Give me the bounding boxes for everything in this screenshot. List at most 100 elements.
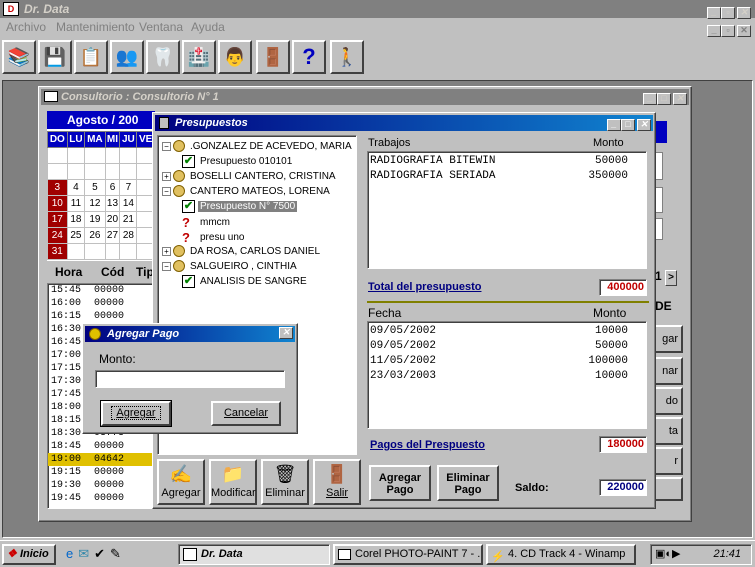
- calendar-day[interactable]: 6: [104, 179, 121, 196]
- calendar-day[interactable]: 5: [84, 179, 106, 196]
- calendar-day[interactable]: 17: [47, 211, 68, 228]
- doctors-icon-button[interactable]: 👨: [218, 40, 252, 74]
- expand-toggle[interactable]: −: [162, 186, 171, 196]
- calendar-day[interactable]: [47, 147, 68, 164]
- trabajo-row[interactable]: RADIOGRAFIA SERIADA 350000: [370, 169, 644, 184]
- consultorio-maximize[interactable]: □: [657, 93, 671, 105]
- eliminar-pago-button[interactable]: Eliminar Pago: [437, 465, 499, 501]
- tree-node[interactable]: − SALGUEIRO , CINTHIA: [162, 260, 299, 275]
- tree-node[interactable]: ✔ Presupuesto N° 7500: [182, 200, 298, 215]
- calendar-day[interactable]: 4: [66, 179, 86, 196]
- calendar-day[interactable]: [104, 163, 121, 180]
- calendar-day[interactable]: [66, 243, 86, 260]
- presupuestos-close[interactable]: ✕: [637, 119, 651, 131]
- calendar-day[interactable]: 28: [119, 227, 138, 244]
- calendar-day[interactable]: 13: [104, 195, 121, 212]
- expand-toggle[interactable]: −: [162, 261, 171, 271]
- documents-icon-button[interactable]: 📋: [74, 40, 108, 74]
- pago-row[interactable]: 23/03/2003 10000: [370, 369, 644, 384]
- calendar-day[interactable]: [104, 243, 121, 260]
- calendar-month[interactable]: Agosto: [67, 113, 108, 127]
- schedule-row[interactable]: 19:45 00000: [48, 492, 154, 505]
- dialog-close-button[interactable]: ✕: [279, 327, 293, 339]
- task-dr-data[interactable]: Dr. Data: [178, 544, 330, 565]
- channels-icon[interactable]: ✎: [110, 546, 126, 561]
- schedule-row[interactable]: 16:15 00000: [48, 310, 154, 323]
- calendar-day[interactable]: 20: [104, 211, 121, 228]
- calendar-day[interactable]: 11: [66, 195, 86, 212]
- calendar-day[interactable]: 14: [119, 195, 138, 212]
- mdi-close-button[interactable]: ✕: [737, 25, 751, 37]
- calendar-day[interactable]: [84, 147, 106, 164]
- outlook-icon[interactable]: ✉: [78, 546, 94, 561]
- calendar-day[interactable]: [84, 243, 106, 260]
- fragment-button-6[interactable]: [653, 477, 683, 501]
- tree-node[interactable]: + DA ROSA, CARLOS DANIEL: [162, 245, 322, 260]
- clinic-icon-button[interactable]: 🏥: [182, 40, 216, 74]
- calendar-year[interactable]: 200: [118, 113, 138, 127]
- expand-toggle[interactable]: −: [162, 141, 171, 151]
- menu-mantenimiento[interactable]: Mantenimiento: [56, 18, 135, 36]
- agregar-pago-button[interactable]: Agregar Pago: [369, 465, 431, 501]
- ie-icon[interactable]: e: [66, 546, 78, 561]
- calendar-day[interactable]: 12: [84, 195, 106, 212]
- books-icon-button[interactable]: 📚: [2, 40, 36, 74]
- tree-node[interactable]: + BOSELLI CANTERO, CRISTINA: [162, 170, 338, 185]
- calendar-day[interactable]: 25: [66, 227, 86, 244]
- calendar-day[interactable]: 27: [104, 227, 121, 244]
- tooth-icon-button[interactable]: 🦷: [146, 40, 180, 74]
- tree-node[interactable]: − CANTERO MATEOS, LORENA: [162, 185, 332, 200]
- diskette-icon-button[interactable]: 💾: [38, 40, 72, 74]
- patients-icon-button[interactable]: 👥: [110, 40, 144, 74]
- task-winamp[interactable]: ⚡ 4. CD Track 4 - Winamp: [486, 544, 636, 565]
- schedule-row[interactable]: 19:00 04642: [48, 453, 154, 466]
- schedule-row[interactable]: 19:30 00000: [48, 479, 154, 492]
- calendar-day[interactable]: [66, 147, 86, 164]
- modificar-button[interactable]: 📁 Modificar: [209, 459, 257, 505]
- calendar-day[interactable]: 19: [84, 211, 106, 228]
- fragment-button-1[interactable]: gar: [653, 325, 683, 353]
- fragment-button-2[interactable]: nar: [653, 357, 683, 385]
- desktop-icon[interactable]: ✔: [94, 546, 110, 561]
- tray-icons[interactable]: ▣◐▶: [655, 545, 681, 564]
- dialog-agregar-button[interactable]: Agregar: [100, 400, 172, 427]
- calendar-day[interactable]: 10: [47, 195, 68, 212]
- start-button[interactable]: ❖ Inicio: [2, 544, 56, 565]
- pago-row[interactable]: 09/05/2002 50000: [370, 339, 644, 354]
- fragment-button-4[interactable]: ta: [653, 417, 683, 445]
- schedule-row[interactable]: 18:45 00000: [48, 440, 154, 453]
- presupuestos-minimize[interactable]: _: [607, 119, 621, 131]
- pago-row[interactable]: 11/05/2002 100000: [370, 354, 644, 369]
- mdi-restore-button[interactable]: ▫: [721, 25, 735, 37]
- calendar-day[interactable]: [66, 163, 86, 180]
- exit-icon-button[interactable]: 🚶: [330, 40, 364, 74]
- tree-node[interactable]: − .GONZALEZ DE ACEVEDO, MARIA: [162, 140, 354, 155]
- calendar-day[interactable]: [84, 163, 106, 180]
- monto-input[interactable]: [95, 370, 285, 388]
- pagos-list[interactable]: 09/05/2002 10000 09/05/2002 50000 11/05/…: [367, 321, 647, 429]
- fragment-button-5[interactable]: r: [653, 447, 683, 475]
- calendar-day[interactable]: 31: [47, 243, 68, 260]
- calendar-day[interactable]: 21: [119, 211, 138, 228]
- dialog-cancelar-button[interactable]: Cancelar: [211, 401, 281, 426]
- task-corel[interactable]: Corel PHOTO-PAINT 7 - ...: [333, 544, 483, 565]
- fragment-button-3[interactable]: do: [653, 387, 683, 415]
- salir-button[interactable]: 🚪 Salir: [313, 459, 361, 505]
- calendar-day[interactable]: 3: [47, 179, 68, 196]
- next-page-button[interactable]: >: [665, 270, 678, 286]
- menu-archivo[interactable]: Archivo: [6, 18, 46, 36]
- pago-row[interactable]: 09/05/2002 10000: [370, 324, 644, 339]
- calendar-day[interactable]: [119, 163, 138, 180]
- tree-node[interactable]: ? mmcm: [182, 215, 232, 230]
- eliminar-button[interactable]: 🗑 Eliminar: [261, 459, 309, 505]
- consultorio-minimize[interactable]: _: [643, 93, 657, 105]
- menu-ventana[interactable]: Ventana: [139, 18, 183, 36]
- trabajo-row[interactable]: RADIOGRAFIA BITEWIN 50000: [370, 154, 644, 169]
- tree-node[interactable]: ? presu uno: [182, 230, 246, 245]
- trabajos-list[interactable]: RADIOGRAFIA BITEWIN 50000 RADIOGRAFIA SE…: [367, 151, 647, 269]
- calendar-day[interactable]: [47, 163, 68, 180]
- calendar-day[interactable]: 7: [119, 179, 138, 196]
- tree-node[interactable]: ✔ Presupuesto 010101: [182, 155, 294, 170]
- expand-toggle[interactable]: +: [162, 246, 171, 256]
- calendar-day[interactable]: [119, 243, 138, 260]
